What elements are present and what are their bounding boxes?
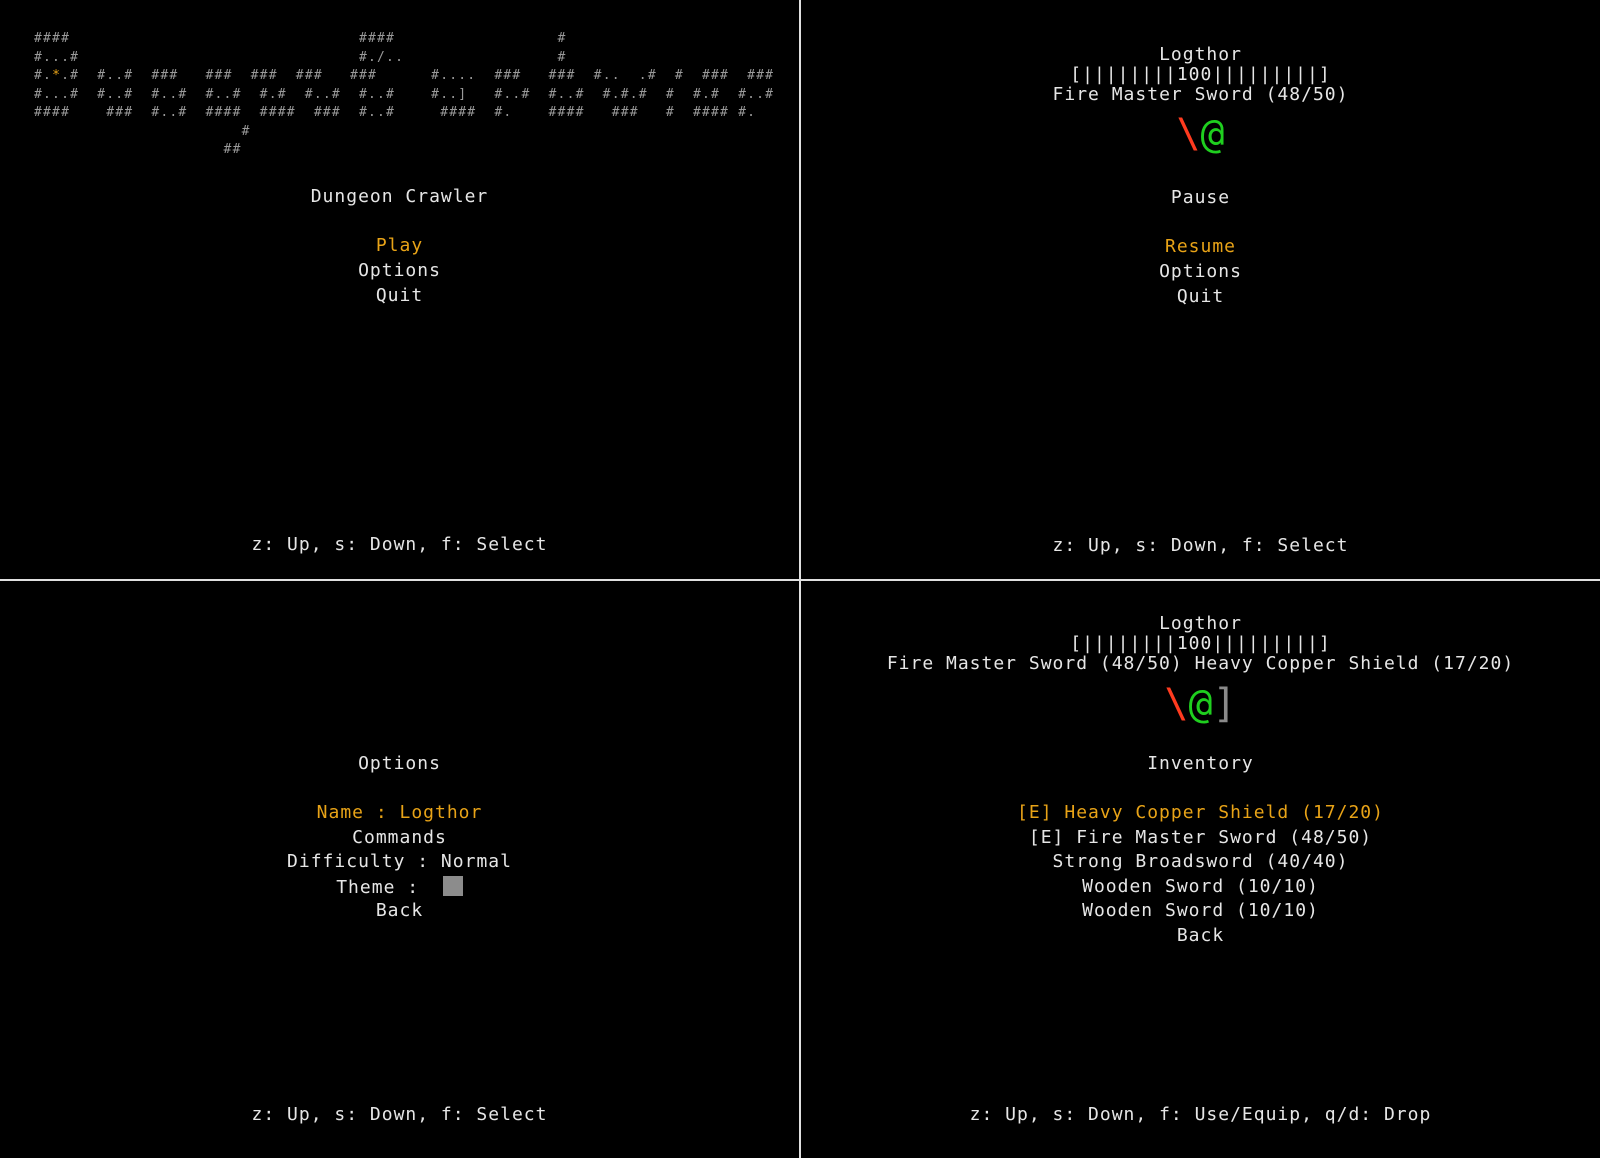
shield-glyph: ] [1212, 681, 1237, 727]
logo-line: #.*.# #..# ### ### ### ### ### #.... ###… [34, 68, 775, 83]
menu-item-options[interactable]: Options [801, 261, 1600, 283]
inventory-item[interactable]: Strong Broadsword (40/40) [801, 851, 1600, 873]
inventory-title: Inventory [1147, 753, 1254, 774]
equipment-summary: Fire Master Sword (48/50) [1052, 84, 1349, 105]
menu-item-resume[interactable]: Resume [801, 236, 1600, 258]
equipment-summary: Fire Master Sword (48/50) Heavy Copper S… [886, 653, 1515, 674]
inventory-item[interactable]: Wooden Sword (10/10) [801, 876, 1600, 898]
inventory-item[interactable]: [E] Fire Master Sword (48/50) [801, 827, 1600, 849]
theme-color-swatch [442, 876, 463, 896]
inventory-item[interactable]: Wooden Sword (10/10) [801, 900, 1600, 922]
controls-hint: z: Up, s: Down, f: Select [251, 534, 548, 555]
option-back[interactable]: Back [0, 900, 799, 922]
controls-hint: z: Up, s: Down, f: Select [1052, 535, 1349, 556]
option-commands[interactable]: Commands [0, 827, 799, 849]
option-difficulty[interactable]: Difficulty : Normal [0, 851, 799, 873]
logo-line: #### ### #..# #### #### ### #..# #### #.… [34, 105, 757, 120]
player-glyph: @ [1200, 111, 1225, 157]
option-theme[interactable]: Theme : [0, 876, 799, 899]
health-bar: [||||||||100|||||||||] [1070, 64, 1331, 85]
controls-hint: z: Up, s: Down, f: Select [251, 1104, 548, 1125]
options-title: Options [358, 753, 441, 774]
logo-line: # [34, 123, 251, 139]
option-theme-label: Theme : [336, 877, 420, 898]
game-title: Dungeon Crawler [310, 186, 489, 207]
logo-line: #...# #..# #..# #..# #.# #..# #..# #..] … [34, 86, 775, 102]
pause-screen: Logthor [||||||||100|||||||||] Fire Mast… [801, 0, 1600, 579]
ascii-logo: #### #### # #...# #./.. # #.*.# #..# ###… [34, 30, 774, 160]
menu-item-quit[interactable]: Quit [801, 286, 1600, 308]
logo-line: #### #### # [34, 31, 567, 46]
player-glyph: @ [1188, 681, 1213, 727]
inventory-screen: Logthor [||||||||100|||||||||] Fire Mast… [801, 581, 1600, 1158]
player-name: Logthor [1159, 44, 1242, 65]
sword-glyph: \ [1164, 681, 1189, 727]
main-menu-screen: #### #### # #...# #./.. # #.*.# #..# ###… [0, 0, 799, 579]
pause-title: Pause [1170, 187, 1231, 208]
menu-item-options[interactable]: Options [0, 260, 799, 282]
controls-hint: z: Up, s: Down, f: Use/Equip, q/d: Drop [969, 1104, 1432, 1125]
inventory-item[interactable]: [E] Heavy Copper Shield (17/20) [801, 802, 1600, 824]
player-sprite: \@] [801, 680, 1600, 728]
sword-glyph: \ [1176, 111, 1201, 157]
logo-line: ## [34, 142, 242, 157]
inventory-back[interactable]: Back [801, 925, 1600, 947]
player-name: Logthor [1159, 613, 1242, 634]
menu-item-quit[interactable]: Quit [0, 285, 799, 307]
health-bar: [||||||||100|||||||||] [1070, 633, 1331, 654]
player-sprite: \@ [801, 110, 1600, 158]
logo-line: #...# #./.. # [34, 49, 567, 65]
option-name[interactable]: Name : Logthor [0, 802, 799, 824]
menu-item-play[interactable]: Play [0, 235, 799, 257]
options-screen: Options Name : Logthor Commands Difficul… [0, 581, 799, 1158]
